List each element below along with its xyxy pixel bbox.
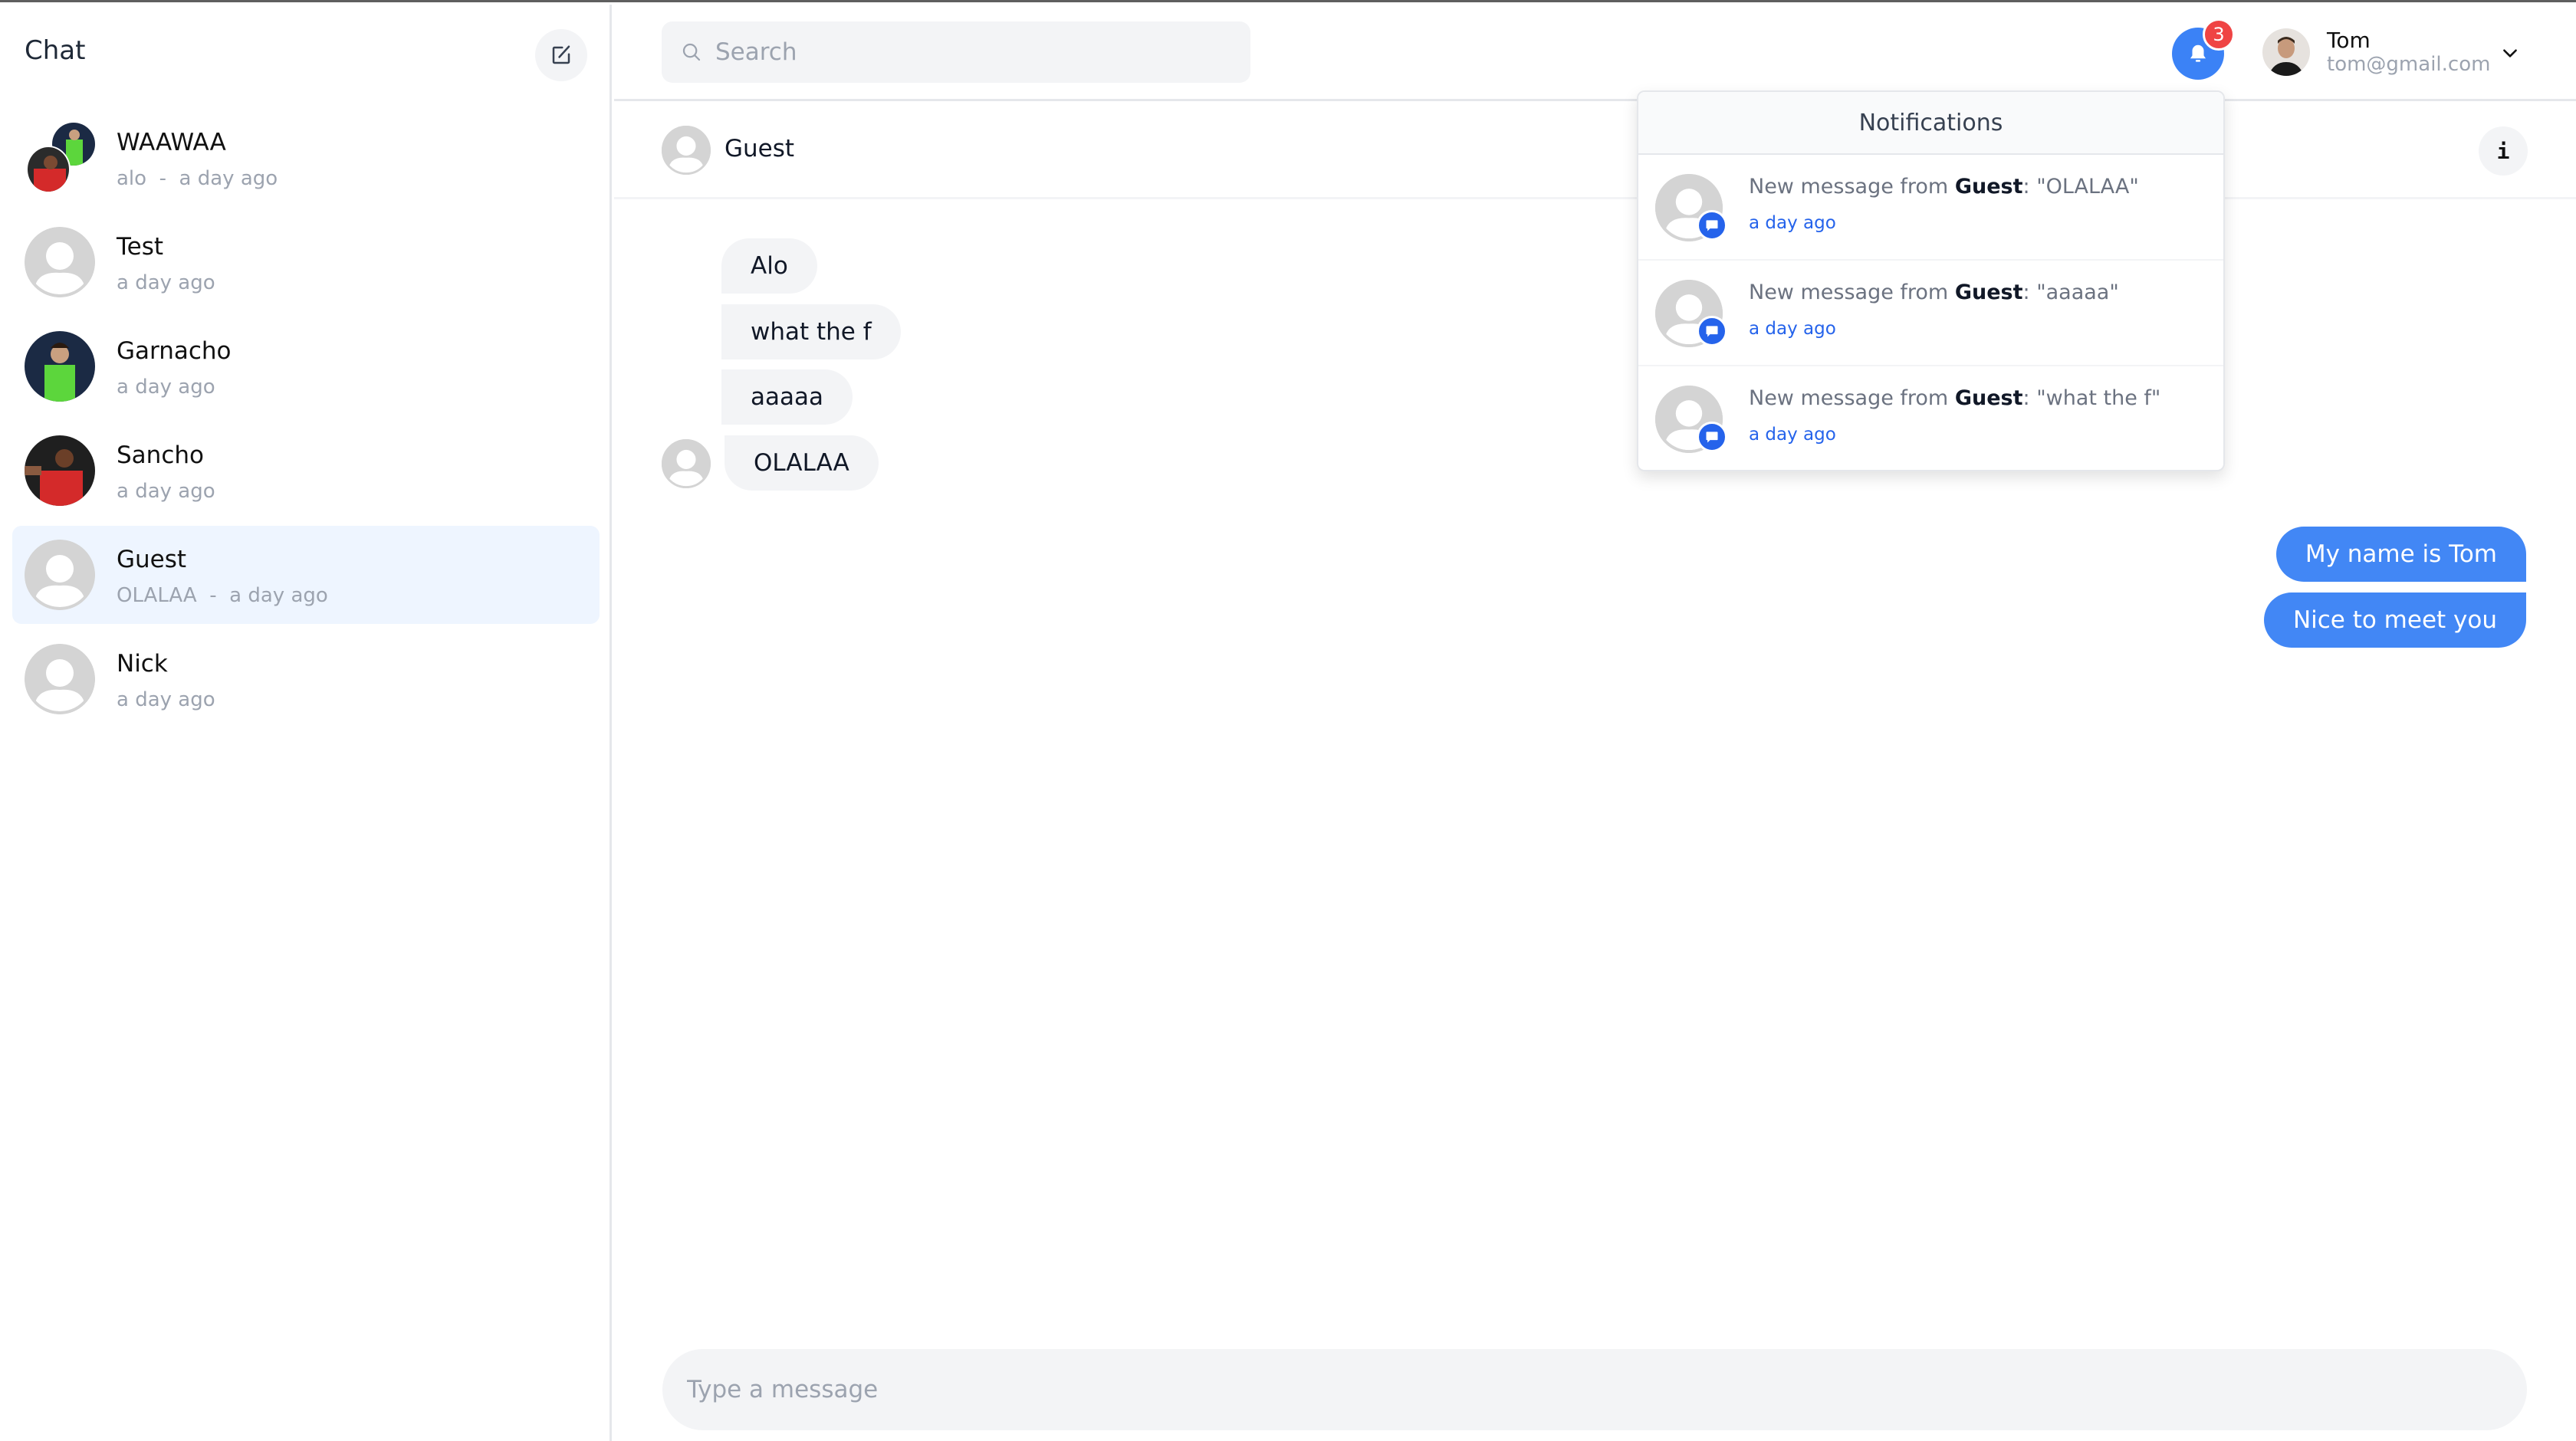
chat-item-garnacho[interactable]: Garnacho a day ago [12, 317, 600, 415]
message-badge [1697, 422, 1727, 452]
notification-prefix: New message from [1749, 175, 1955, 199]
sidebar: Chat WAAWAA alo - a day ago Test a day a… [0, 5, 612, 1441]
chat-item-nick[interactable]: Nick a day ago [12, 630, 600, 728]
notification-text: New message from Guest: "aaaaa" [1749, 281, 2119, 304]
chat-preview: OLALAA [117, 584, 197, 607]
user-icon [662, 126, 711, 175]
chat-subtitle: OLALAA - a day ago [117, 584, 328, 607]
notification-prefix: New message from [1749, 281, 1955, 304]
chat-item-guest[interactable]: Guest OLALAA - a day ago [12, 526, 600, 624]
user-icon [25, 644, 95, 714]
incoming-message: OLALAA [724, 435, 879, 491]
chat-preview: alo [117, 167, 147, 190]
user-icon [25, 540, 95, 610]
chat-name: Guest [117, 546, 187, 573]
chat-bubble-icon [1706, 432, 1718, 443]
chat-subtitle: alo - a day ago [117, 167, 278, 190]
incoming-message: Alo [721, 238, 817, 294]
edit-square-icon [552, 45, 570, 64]
chat-time: a day ago [117, 688, 215, 711]
default-user-avatar [662, 126, 711, 175]
notification-count-badge: 3 [2203, 18, 2235, 51]
user-menu[interactable]: Tom tom@gmail.com [2262, 28, 2490, 76]
sidebar-title: Chat [25, 35, 86, 66]
search-input[interactable] [715, 38, 1237, 66]
notification-sender: Guest [1954, 281, 2023, 304]
default-user-avatar [25, 540, 95, 610]
search-box[interactable] [662, 21, 1250, 83]
user-name: Tom [2327, 28, 2371, 53]
message-badge [1697, 316, 1727, 346]
chat-header: Guest i [614, 101, 2576, 199]
user-icon [25, 227, 95, 297]
notification-text: New message from Guest: "OLALAA" [1749, 175, 2139, 199]
chat-time: a day ago [229, 584, 328, 607]
notification-text: New message from Guest: "what the f" [1749, 386, 2160, 410]
notification-item[interactable]: New message from Guest: "what the f" a d… [1638, 366, 2223, 470]
bell-icon [2190, 44, 2206, 62]
chat-time: a day ago [117, 376, 215, 399]
notification-time: a day ago [1749, 425, 1836, 445]
chat-name: WAAWAA [117, 129, 226, 156]
chat-bubble-icon [1706, 220, 1718, 231]
chat-time: a day ago [179, 167, 278, 190]
chat-name: Nick [117, 650, 168, 678]
notification-sender: Guest [1954, 175, 2023, 199]
chat-item-sancho[interactable]: Sancho a day ago [12, 422, 600, 520]
chat-title: Guest [724, 135, 795, 162]
group-avatar [25, 123, 95, 193]
chat-name: Garnacho [117, 337, 232, 365]
info-icon: i [2496, 138, 2510, 164]
outgoing-message: My name is Tom [2275, 527, 2526, 582]
chat-name: Sancho [117, 441, 204, 469]
chat-time: a day ago [117, 480, 215, 503]
notification-sender: Guest [1954, 386, 2023, 410]
notification-message: : "OLALAA" [2022, 175, 2139, 199]
message-list: Alo what the f aaaaa OLALAA My name is T… [614, 202, 2576, 1336]
incoming-message: aaaaa [721, 369, 853, 425]
separator: - [146, 167, 179, 190]
user-info: Tom tom@gmail.com [2327, 28, 2490, 76]
default-user-avatar [25, 644, 95, 714]
chat-name: Test [117, 233, 164, 261]
chevron-down-icon[interactable] [2500, 43, 2520, 66]
chat-item-waawaa[interactable]: WAAWAA alo - a day ago [12, 109, 600, 207]
notification-prefix: New message from [1749, 386, 1955, 410]
info-button[interactable]: i [2479, 126, 2528, 176]
notification-item[interactable]: New message from Guest: "OLALAA" a day a… [1638, 155, 2223, 261]
chat-list: WAAWAA alo - a day ago Test a day ago Ga… [12, 109, 600, 734]
default-user-avatar [662, 439, 711, 488]
notification-message: : "what the f" [2022, 386, 2161, 410]
incoming-message: what the f [721, 304, 901, 359]
default-user-avatar [25, 227, 95, 297]
notifications-title: Notifications [1638, 92, 2223, 155]
search-icon [682, 43, 701, 61]
chat-item-test[interactable]: Test a day ago [12, 213, 600, 311]
chat-time: a day ago [117, 271, 215, 294]
new-chat-button[interactable] [535, 29, 587, 81]
notification-time: a day ago [1749, 213, 1836, 233]
avatar-photo [25, 435, 95, 506]
notification-item[interactable]: New message from Guest: "aaaaa" a day ag… [1638, 261, 2223, 366]
avatar-photo [25, 331, 95, 402]
message-composer[interactable] [662, 1349, 2527, 1430]
user-email: tom@gmail.com [2327, 53, 2491, 76]
notification-message: : "aaaaa" [2022, 281, 2119, 304]
notifications-dropdown: Notifications New message from Guest: "O… [1637, 90, 2225, 471]
message-input[interactable] [687, 1376, 2527, 1403]
separator: - [196, 584, 230, 607]
avatar-photo [26, 146, 71, 193]
chat-bubble-icon [1706, 326, 1718, 337]
notification-time: a day ago [1749, 319, 1836, 339]
outgoing-message: Nice to meet you [2263, 592, 2526, 648]
top-bar: 3 Tom tom@gmail.com [614, 5, 2576, 101]
user-avatar [2262, 28, 2310, 76]
message-badge [1697, 210, 1727, 241]
user-icon [662, 439, 711, 488]
sidebar-header: Chat [0, 5, 610, 103]
